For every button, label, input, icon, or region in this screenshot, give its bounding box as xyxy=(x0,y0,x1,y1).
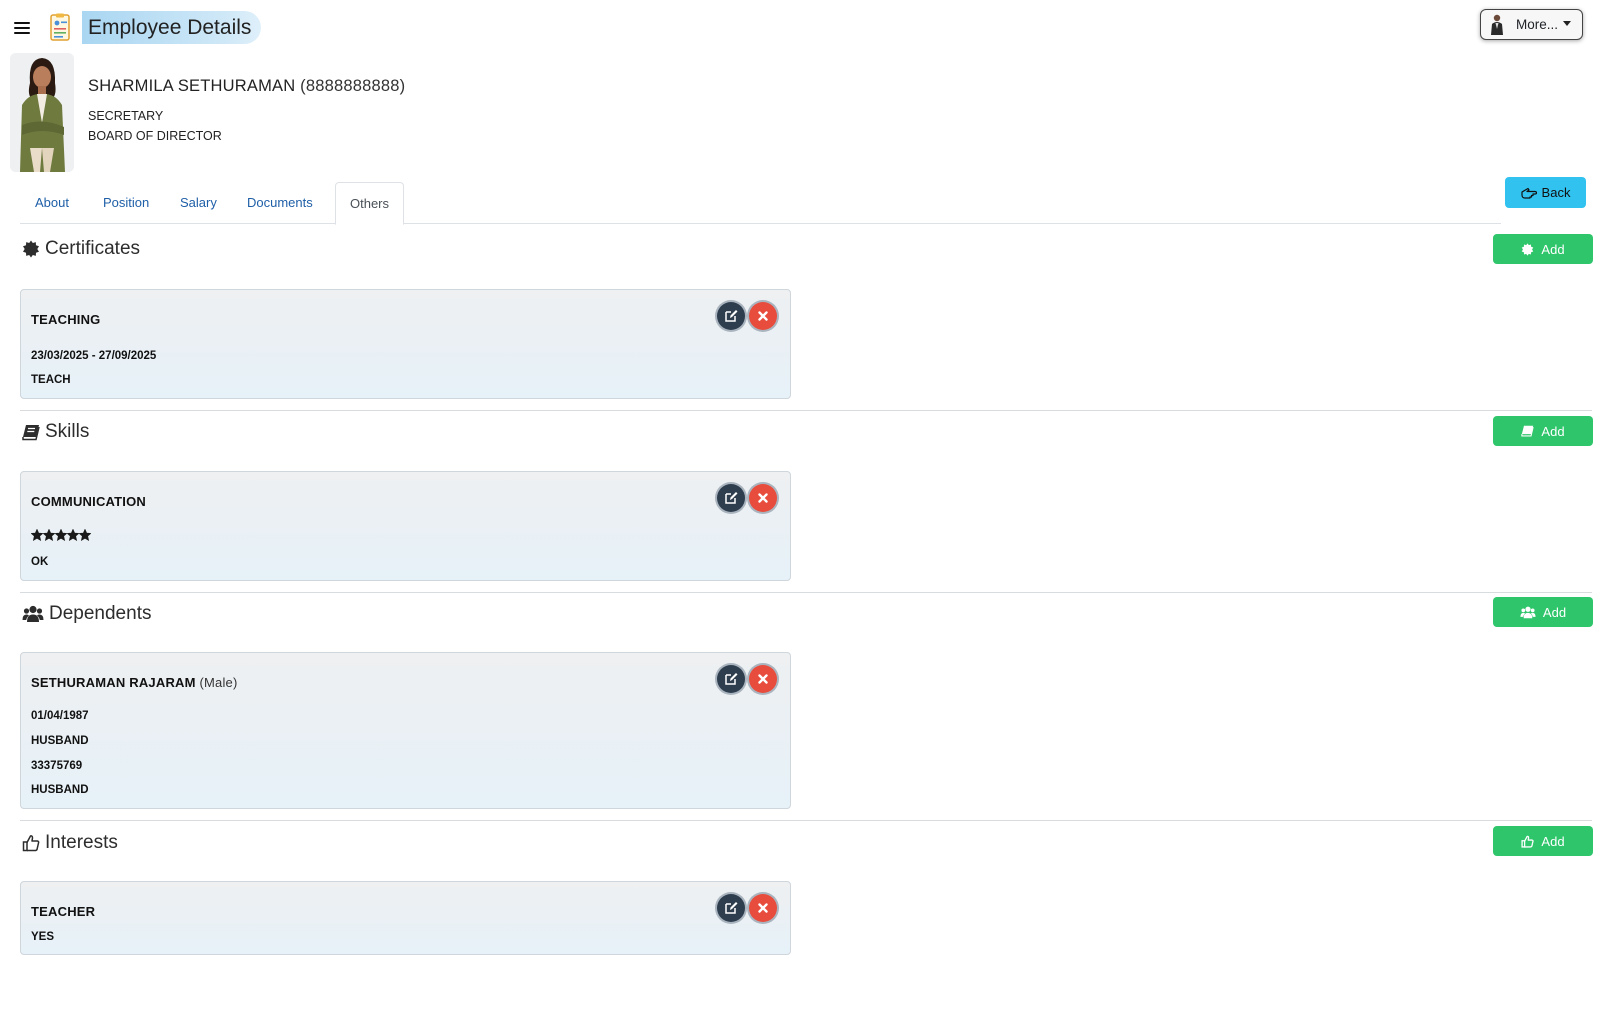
dependent-dob: 01/04/1987 xyxy=(31,710,89,722)
dependent-relation: HUSBAND xyxy=(31,735,89,747)
certificate-icon xyxy=(1522,242,1534,256)
star-icon xyxy=(31,529,43,541)
hand-point-left-icon xyxy=(1520,187,1537,199)
edit-skill-button[interactable] xyxy=(717,484,745,512)
edit-interest-button[interactable] xyxy=(717,894,745,922)
tab-others[interactable]: Others xyxy=(335,182,405,225)
add-certificate-button[interactable]: Add xyxy=(1493,234,1593,264)
star-icon xyxy=(79,529,91,541)
dependent-id-number: 33375769 xyxy=(31,760,83,772)
delete-certificate-button[interactable] xyxy=(749,302,777,330)
dependent-note: HUSBAND xyxy=(31,784,89,796)
dependent-gender: (Male) xyxy=(199,675,238,690)
users-icon xyxy=(22,605,44,622)
book-icon xyxy=(22,424,40,440)
chevron-down-icon xyxy=(1563,21,1571,26)
add-interest-button[interactable]: Add xyxy=(1493,826,1593,856)
certificate-period: 23/03/2025 - 27/09/2025 xyxy=(31,350,157,362)
interest-card: TEACHER YES xyxy=(20,881,791,955)
skill-note: OK xyxy=(31,556,49,568)
tab-position[interactable]: Position xyxy=(103,182,149,224)
section-divider xyxy=(20,410,1592,411)
dependent-card: SETHURAMAN RAJARAM (Male) 01/04/1987 HUS… xyxy=(20,652,791,809)
section-title-interests: Interests xyxy=(22,832,118,854)
close-icon xyxy=(758,903,768,913)
skill-rating xyxy=(31,529,91,541)
edit-dependent-button[interactable] xyxy=(717,665,745,693)
tab-salary[interactable]: Salary xyxy=(180,182,217,224)
delete-dependent-button[interactable] xyxy=(749,665,777,693)
section-title-certificates: Certificates xyxy=(22,238,140,260)
star-icon xyxy=(43,529,55,541)
menu-toggle-button[interactable] xyxy=(12,19,32,39)
edit-icon xyxy=(725,902,738,914)
close-icon xyxy=(758,493,768,503)
employee-designation: SECRETARY xyxy=(88,109,164,123)
certificate-icon xyxy=(23,240,39,258)
employee-name-line: SHARMILA SETHURAMAN (8888888888) xyxy=(88,77,405,96)
close-icon xyxy=(758,674,768,684)
edit-certificate-button[interactable] xyxy=(717,302,745,330)
dependent-name: SETHURAMAN RAJARAM xyxy=(31,675,196,690)
add-skill-button[interactable]: Add xyxy=(1493,416,1593,446)
more-dropdown-button[interactable]: More... xyxy=(1480,9,1583,40)
skill-name: COMMUNICATION xyxy=(31,494,147,509)
section-divider xyxy=(20,592,1592,593)
add-dependent-button[interactable]: Add xyxy=(1493,597,1593,627)
close-icon xyxy=(758,311,768,321)
tab-documents[interactable]: Documents xyxy=(247,182,313,224)
users-icon xyxy=(1520,606,1536,618)
employee-form-icon xyxy=(50,13,70,41)
thumbs-up-icon xyxy=(1521,835,1535,848)
star-icon xyxy=(55,529,67,541)
delete-skill-button[interactable] xyxy=(749,484,777,512)
certificate-card: TEACHING 23/03/2025 - 27/09/2025 TEACH xyxy=(20,289,791,399)
certificate-note: TEACH xyxy=(31,374,71,386)
skill-card: COMMUNICATION OK xyxy=(20,471,791,581)
employee-department: BOARD OF DIRECTOR xyxy=(88,129,222,143)
edit-icon xyxy=(725,310,738,322)
interest-name: TEACHER xyxy=(31,904,96,919)
interest-note: YES xyxy=(31,931,55,943)
section-title-dependents: Dependents xyxy=(22,603,151,625)
employee-phone: (8888888888) xyxy=(300,77,406,95)
employee-photo xyxy=(10,53,74,172)
tab-about[interactable]: About xyxy=(35,182,69,224)
back-button[interactable]: Back xyxy=(1505,177,1586,208)
certificate-name: TEACHING xyxy=(31,312,101,327)
page-title: Employee Details xyxy=(82,11,262,44)
section-title-skills: Skills xyxy=(22,421,89,443)
more-label: More... xyxy=(1516,17,1559,32)
edit-icon xyxy=(725,673,738,685)
tab-bar: About Position Salary Documents Others xyxy=(20,182,1501,225)
section-divider xyxy=(20,820,1592,821)
book-icon xyxy=(1521,425,1535,437)
delete-interest-button[interactable] xyxy=(749,894,777,922)
user-avatar-icon xyxy=(1491,14,1503,35)
back-label: Back xyxy=(1541,185,1571,200)
employee-name: SHARMILA SETHURAMAN xyxy=(88,77,296,95)
dependent-name-line: SETHURAMAN RAJARAM (Male) xyxy=(31,675,238,690)
star-icon xyxy=(67,529,79,541)
edit-icon xyxy=(725,492,738,504)
thumbs-up-icon xyxy=(22,835,40,852)
